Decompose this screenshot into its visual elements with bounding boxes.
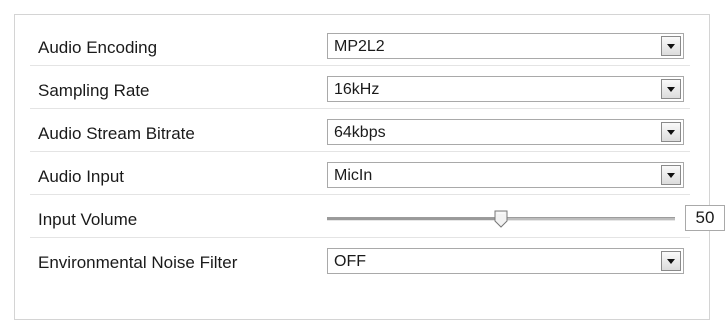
noise-filter-value: OFF bbox=[334, 253, 366, 270]
chevron-down-icon[interactable] bbox=[661, 79, 681, 99]
audio-stream-bitrate-value: 64kbps bbox=[334, 124, 386, 141]
audio-settings-panel: Audio Encoding MP2L2 Sampling Rate 16kHz… bbox=[14, 14, 725, 320]
input-volume-label: Input Volume bbox=[38, 210, 138, 229]
input-volume-slider[interactable] bbox=[327, 210, 675, 228]
sampling-rate-value: 16kHz bbox=[334, 81, 380, 98]
audio-input-select[interactable]: MicIn bbox=[327, 162, 684, 188]
chevron-down-icon[interactable] bbox=[661, 251, 681, 271]
chevron-down-icon[interactable] bbox=[661, 36, 681, 56]
chevron-down-icon[interactable] bbox=[661, 165, 681, 185]
slider-fill bbox=[327, 218, 501, 220]
audio-encoding-row: Audio Encoding MP2L2 bbox=[30, 28, 690, 66]
audio-stream-bitrate-row: Audio Stream Bitrate 64kbps bbox=[30, 114, 690, 152]
audio-encoding-label: Audio Encoding bbox=[38, 38, 158, 57]
audio-input-row: Audio Input MicIn bbox=[30, 157, 690, 195]
noise-filter-select[interactable]: OFF bbox=[327, 248, 684, 274]
input-volume-value[interactable]: 50 bbox=[685, 205, 725, 231]
audio-encoding-select[interactable]: MP2L2 bbox=[327, 33, 684, 59]
sampling-rate-row: Sampling Rate 16kHz bbox=[30, 71, 690, 109]
slider-thumb-icon[interactable] bbox=[494, 210, 508, 228]
audio-input-value: MicIn bbox=[334, 167, 373, 184]
noise-filter-label: Environmental Noise Filter bbox=[38, 253, 238, 272]
input-volume-row: Input Volume 50 bbox=[30, 200, 725, 238]
audio-input-label: Audio Input bbox=[38, 167, 125, 186]
audio-stream-bitrate-label: Audio Stream Bitrate bbox=[38, 124, 195, 143]
noise-filter-row: Environmental Noise Filter OFF bbox=[30, 243, 690, 280]
audio-stream-bitrate-select[interactable]: 64kbps bbox=[327, 119, 684, 145]
chevron-down-icon[interactable] bbox=[661, 122, 681, 142]
audio-encoding-value: MP2L2 bbox=[334, 38, 385, 55]
sampling-rate-select[interactable]: 16kHz bbox=[327, 76, 684, 102]
sampling-rate-label: Sampling Rate bbox=[38, 81, 150, 100]
